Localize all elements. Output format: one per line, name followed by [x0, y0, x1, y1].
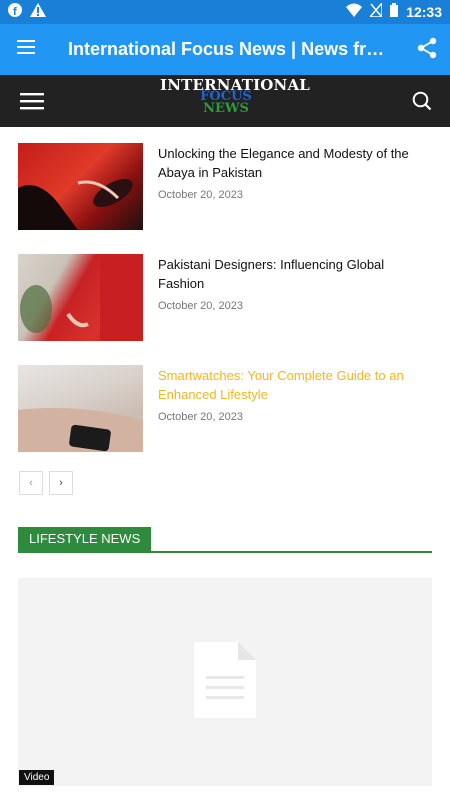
app-title: International Focus News | News fro... [68, 39, 388, 59]
article-title[interactable]: Pakistani Designers: Influencing Global … [158, 256, 432, 293]
article-thumbnail[interactable] [18, 143, 143, 230]
section-header: LIFESTYLE NEWS [18, 527, 432, 553]
article-item[interactable]: Smartwatches: Your Complete Guide to an … [18, 365, 432, 452]
battery-icon [390, 2, 399, 22]
article-title[interactable]: Unlocking the Elegance and Modesty of th… [158, 145, 432, 182]
facebook-icon: f [8, 2, 22, 22]
article-list: Unlocking the Elegance and Modesty of th… [18, 143, 432, 476]
site-header: INTERNATIONAL FOCUS NEWS [0, 75, 450, 127]
search-icon [412, 91, 432, 115]
section-title[interactable]: LIFESTYLE NEWS [18, 527, 152, 551]
video-card[interactable]: Video [18, 578, 432, 786]
article-item[interactable]: Pakistani Designers: Influencing Global … [18, 254, 432, 341]
next-page-button[interactable]: › [49, 471, 73, 495]
article-date: October 20, 2023 [158, 411, 244, 423]
site-logo[interactable]: INTERNATIONAL FOCUS NEWS [160, 78, 310, 116]
logo-line-news: NEWS [203, 101, 249, 116]
chevron-right-icon: › [59, 477, 63, 489]
document-placeholder-icon [194, 642, 256, 718]
share-icon [417, 37, 437, 64]
site-menu-button[interactable] [20, 89, 44, 113]
signal-icon [368, 0, 383, 22]
app-bar: International Focus News | News fro... [0, 24, 450, 75]
article-thumbnail[interactable] [18, 254, 143, 341]
hamburger-icon [20, 93, 44, 117]
menu-button[interactable] [0, 24, 52, 75]
clock: 12:33 [406, 4, 442, 20]
article-date: October 20, 2023 [158, 300, 244, 312]
article-thumbnail[interactable] [18, 365, 143, 452]
status-bar: f 12:33 [0, 0, 450, 24]
article-item[interactable]: Unlocking the Elegance and Modesty of th… [18, 143, 432, 230]
article-title[interactable]: Smartwatches: Your Complete Guide to an … [158, 367, 432, 404]
search-button[interactable] [412, 91, 432, 111]
pagination: ‹ › [19, 471, 73, 495]
chevron-left-icon: ‹ [29, 477, 33, 489]
svg-text:f: f [13, 6, 17, 17]
menu-icon [17, 40, 35, 59]
share-button[interactable] [414, 37, 440, 63]
wifi-icon [346, 3, 363, 22]
prev-page-button[interactable]: ‹ [19, 471, 43, 495]
warning-icon [30, 2, 46, 22]
article-date: October 20, 2023 [158, 189, 244, 201]
video-badge: Video [19, 770, 55, 785]
